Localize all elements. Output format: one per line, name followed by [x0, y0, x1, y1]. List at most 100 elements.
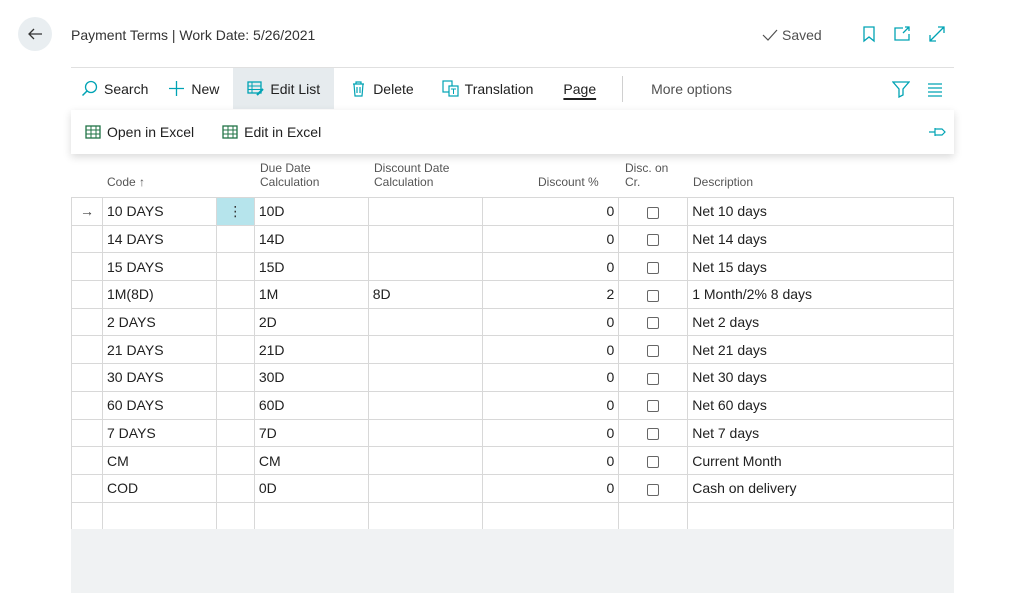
cell-description[interactable]: Net 14 days	[687, 224, 954, 254]
cell-due-date[interactable]: 21D	[253, 335, 369, 365]
column-header-discount-pct[interactable]: Discount %	[538, 155, 599, 197]
table-row[interactable]: 14 DAYS 14D 0 Net 14 days	[71, 224, 954, 254]
table-row[interactable]: 21 DAYS 21D 0 Net 21 days	[71, 335, 954, 365]
empty-cell[interactable]	[367, 501, 483, 531]
cell-discount-date[interactable]	[367, 446, 483, 475]
cell-due-date[interactable]: 14D	[253, 224, 369, 254]
cell-discount-pct[interactable]: 0	[481, 197, 620, 226]
cell-discount-pct[interactable]: 0	[481, 446, 620, 475]
cell-description[interactable]: Net 15 days	[687, 252, 954, 282]
checkbox[interactable]	[647, 455, 660, 468]
cell-description[interactable]: Net 10 days	[687, 197, 954, 226]
bookmark-icon[interactable]	[860, 25, 878, 43]
row-menu[interactable]	[215, 335, 255, 365]
empty-cell[interactable]	[101, 501, 217, 531]
checkbox[interactable]	[647, 483, 660, 496]
cell-code[interactable]: 30 DAYS	[101, 363, 217, 392]
cell-disc-on-cr[interactable]	[618, 418, 689, 448]
cell-disc-on-cr[interactable]	[618, 446, 689, 475]
cell-discount-date[interactable]	[367, 418, 483, 448]
column-header-discount-date[interactable]: Discount Date Calculation	[374, 155, 449, 197]
checkbox[interactable]	[647, 234, 660, 247]
empty-cell[interactable]	[481, 501, 620, 531]
table-row[interactable]: 1M(8D) 1M 8D 2 1 Month/2% 8 days	[71, 280, 954, 309]
cell-description[interactable]: Cash on delivery	[687, 473, 954, 503]
cell-code[interactable]: 7 DAYS	[101, 418, 217, 448]
edit-list-button[interactable]: Edit List	[233, 68, 335, 109]
cell-code[interactable]: 15 DAYS	[101, 252, 217, 282]
cell-discount-pct[interactable]: 0	[481, 418, 620, 448]
cell-disc-on-cr[interactable]	[618, 197, 689, 226]
page-tab[interactable]: Page	[543, 68, 606, 109]
cell-description[interactable]: Current Month	[687, 446, 954, 475]
checkbox[interactable]	[647, 372, 660, 385]
cell-disc-on-cr[interactable]	[618, 307, 689, 337]
cell-discount-date[interactable]	[367, 335, 483, 365]
row-menu[interactable]	[215, 446, 255, 475]
row-menu[interactable]	[215, 252, 255, 282]
cell-discount-date[interactable]	[367, 197, 483, 226]
cell-description[interactable]: Net 60 days	[687, 390, 954, 420]
cell-disc-on-cr[interactable]	[618, 363, 689, 392]
checkbox[interactable]	[647, 317, 660, 330]
cell-description[interactable]: 1 Month/2% 8 days	[687, 280, 954, 309]
open-new-window-icon[interactable]	[893, 25, 911, 43]
checkbox[interactable]	[647, 428, 660, 441]
cell-discount-pct[interactable]: 0	[481, 335, 620, 365]
pin-icon[interactable]	[928, 123, 946, 141]
cell-discount-date[interactable]	[367, 307, 483, 337]
cell-due-date[interactable]: 0D	[253, 473, 369, 503]
cell-due-date[interactable]: 7D	[253, 418, 369, 448]
new-button[interactable]: New	[158, 68, 229, 109]
cell-code[interactable]: COD	[101, 473, 217, 503]
table-row[interactable]: COD 0D 0 Cash on delivery	[71, 473, 954, 503]
table-row[interactable]: 2 DAYS 2D 0 Net 2 days	[71, 307, 954, 337]
cell-discount-date[interactable]	[367, 390, 483, 420]
cell-disc-on-cr[interactable]	[618, 335, 689, 365]
more-vertical-icon[interactable]: ⋮	[228, 203, 242, 219]
cell-disc-on-cr[interactable]	[618, 280, 689, 309]
cell-description[interactable]: Net 7 days	[687, 418, 954, 448]
cell-due-date[interactable]: 30D	[253, 363, 369, 392]
table-row[interactable]: 30 DAYS 30D 0 Net 30 days	[71, 363, 954, 392]
empty-cell[interactable]	[618, 501, 689, 531]
list-view-icon[interactable]	[926, 80, 944, 98]
cell-discount-date[interactable]	[367, 252, 483, 282]
checkbox[interactable]	[647, 289, 660, 302]
cell-due-date[interactable]: 15D	[253, 252, 369, 282]
table-row[interactable]: 60 DAYS 60D 0 Net 60 days	[71, 390, 954, 420]
cell-discount-pct[interactable]: 0	[481, 307, 620, 337]
empty-cell[interactable]	[687, 501, 954, 531]
edit-in-excel-button[interactable]: Edit in Excel	[204, 110, 331, 154]
cell-code[interactable]: 1M(8D)	[101, 280, 217, 309]
translation-button[interactable]: Translation	[424, 68, 544, 109]
table-row[interactable]: 7 DAYS 7D 0 Net 7 days	[71, 418, 954, 448]
cell-disc-on-cr[interactable]	[618, 252, 689, 282]
column-header-due-date[interactable]: Due Date Calculation	[260, 155, 319, 197]
cell-code[interactable]: CM	[101, 446, 217, 475]
table-row[interactable]: CM CM 0 Current Month	[71, 446, 954, 475]
cell-disc-on-cr[interactable]	[618, 390, 689, 420]
table-row[interactable]: → 10 DAYS ⋮ 10D 0 Net 10 days	[71, 197, 954, 226]
cell-code[interactable]: 2 DAYS	[101, 307, 217, 337]
row-menu[interactable]	[215, 280, 255, 309]
cell-discount-date[interactable]	[367, 473, 483, 503]
cell-code[interactable]: 60 DAYS	[101, 390, 217, 420]
cell-discount-pct[interactable]: 0	[481, 363, 620, 392]
column-header-disc-on-cr[interactable]: Disc. on Cr.	[625, 155, 668, 197]
checkbox[interactable]	[647, 400, 660, 413]
table-row[interactable]: 15 DAYS 15D 0 Net 15 days	[71, 252, 954, 282]
cell-description[interactable]: Net 2 days	[687, 307, 954, 337]
cell-discount-pct[interactable]: 0	[481, 473, 620, 503]
cell-code[interactable]: 21 DAYS	[101, 335, 217, 365]
open-in-excel-button[interactable]: Open in Excel	[71, 110, 204, 154]
cell-code[interactable]: 14 DAYS	[101, 224, 217, 254]
row-menu[interactable]	[215, 224, 255, 254]
cell-discount-pct[interactable]: 2	[481, 280, 620, 309]
cell-disc-on-cr[interactable]	[618, 473, 689, 503]
cell-description[interactable]: Net 21 days	[687, 335, 954, 365]
column-header-code[interactable]: Code ↑	[107, 155, 145, 197]
cell-discount-pct[interactable]: 0	[481, 224, 620, 254]
cell-due-date[interactable]: 2D	[253, 307, 369, 337]
cell-code[interactable]: 10 DAYS	[101, 197, 217, 226]
